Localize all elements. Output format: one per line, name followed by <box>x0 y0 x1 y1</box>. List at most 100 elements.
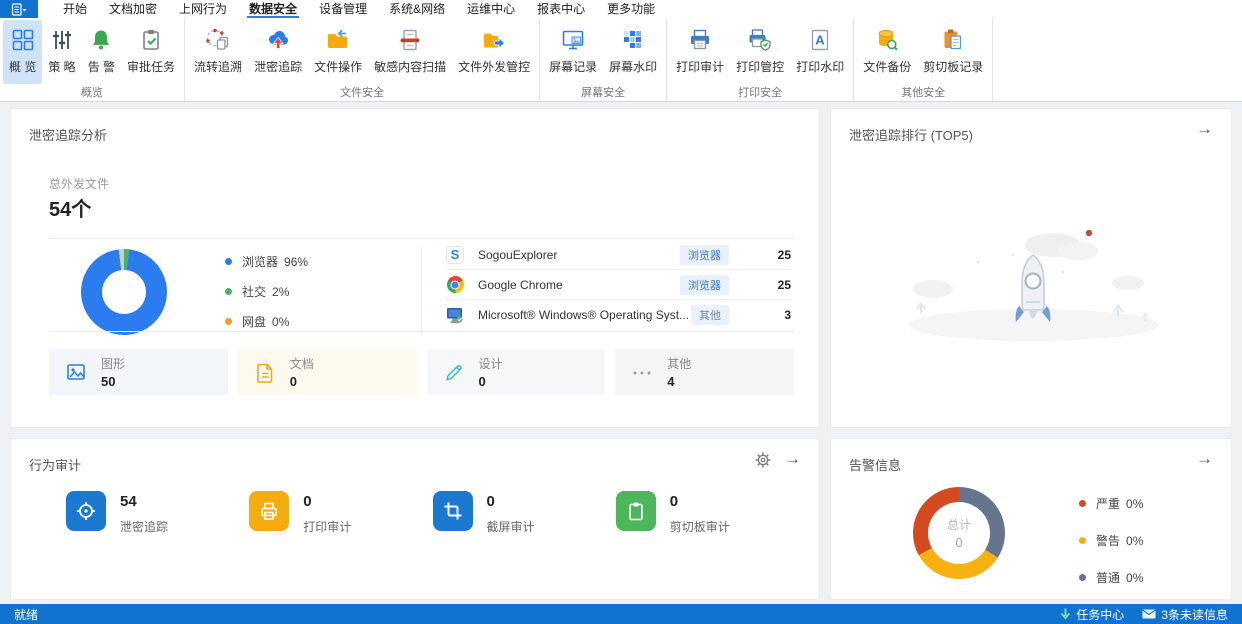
ribbon-button-print-control[interactable]: 打印管控 <box>730 20 790 84</box>
total-outgoing-label: 总外发文件 <box>49 177 110 191</box>
ribbon-spacer <box>993 18 1242 101</box>
menu-item-doc-encrypt[interactable]: 文档加密 <box>98 0 168 18</box>
ribbon-button-policy[interactable]: 策 略 <box>42 20 81 84</box>
ribbon-button-leak-trace[interactable]: 泄密追踪 <box>248 20 308 84</box>
ribbon-group-label: 屏幕安全 <box>581 87 626 99</box>
ribbon-button-label: 流转追溯 <box>194 60 243 74</box>
legend-label: 浏览器 <box>242 255 279 269</box>
screen-record-icon <box>560 24 586 56</box>
panel-title: 泄密追踪排行 (TOP5) <box>849 128 973 143</box>
menu-item-ops-center[interactable]: 运维中心 <box>456 0 526 18</box>
download-arrow-icon <box>1061 608 1071 620</box>
app-row-windows[interactable]: Microsoft® Windows® Operating Syst... 其他… <box>445 300 791 330</box>
policy-sliders-icon <box>49 24 75 56</box>
panel-alert-info: 告警信息 → 总计 0 严重 0% 警告 0% 普通 0% <box>830 438 1232 600</box>
donut-hole <box>102 270 146 314</box>
tile-value: 50 <box>101 374 116 389</box>
app-menu-button[interactable] <box>0 0 38 18</box>
app-row-sogou[interactable]: S SogouExplorer 浏览器 25 <box>445 240 791 270</box>
ribbon-button-overview[interactable]: 概 览 <box>3 20 43 84</box>
ribbon-button-flow-trace[interactable]: 流转追溯 <box>188 20 248 84</box>
legend-dot <box>225 318 232 325</box>
tile-documents[interactable]: 文档 0 <box>237 349 417 395</box>
stat-value: 54 <box>120 493 137 510</box>
ribbon-button-screen-record[interactable]: 屏幕记录 <box>543 20 603 84</box>
gear-icon[interactable] <box>755 452 771 473</box>
panel-leak-trace-rank: 泄密追踪排行 (TOP5) → <box>830 108 1232 428</box>
flow-trace-icon <box>205 24 231 56</box>
ribbon-button-sensitive-scan[interactable]: 敏感内容扫描 <box>368 20 452 84</box>
ribbon-button-label: 剪切板记录 <box>923 60 984 74</box>
app-row-chrome[interactable]: Google Chrome 浏览器 25 <box>445 270 791 300</box>
printer-icon <box>687 24 713 56</box>
arrow-right-icon[interactable]: → <box>1196 119 1213 139</box>
ribbon-button-file-ops[interactable]: 文件操作 <box>308 20 368 84</box>
menu-item-data-security[interactable]: 数据安全 <box>238 0 308 18</box>
menubar: 开始 文档加密 上网行为 数据安全 设备管理 系统&网络 运维中心 报表中心 更… <box>0 0 1242 18</box>
app-name: Google Chrome <box>478 277 563 292</box>
ribbon-button-label: 审批任务 <box>127 60 176 74</box>
ribbon-button-file-outgoing[interactable]: 文件外发管控 <box>452 20 536 84</box>
arrow-right-icon[interactable]: → <box>784 449 801 469</box>
ellipsis-icon <box>633 371 651 375</box>
task-center-button[interactable]: 任务中心 <box>1060 606 1124 623</box>
ribbon-button-print-watermark[interactable]: A 打印水印 <box>790 20 850 84</box>
menu-item-report-center[interactable]: 报表中心 <box>526 0 596 18</box>
tile-other[interactable]: 其他 4 <box>615 349 794 395</box>
content-area: 泄密追踪分析 总外发文件 54个 浏览器 96% 社交 2% 网盘 0% S S… <box>0 102 1242 604</box>
menu-item-device-mgmt[interactable]: 设备管理 <box>308 0 378 18</box>
db-search-icon <box>874 24 900 56</box>
legend-dot <box>225 258 232 265</box>
ribbon-button-label: 概 览 <box>9 60 37 74</box>
stat-leak-trace[interactable]: 54 泄密追踪 <box>66 491 249 535</box>
menu-item-system-network[interactable]: 系统&网络 <box>378 0 456 18</box>
menu-items: 开始 文档加密 上网行为 数据安全 设备管理 系统&网络 运维中心 报表中心 更… <box>52 0 666 18</box>
legend-pct: 0% <box>1126 533 1144 548</box>
stat-print-audit[interactable]: 0 打印审计 <box>249 491 432 535</box>
ribbon-button-label: 屏幕水印 <box>609 60 658 74</box>
svg-text:A: A <box>815 33 825 48</box>
audit-stats: 54 泄密追踪 0 打印审计 0 截屏审计 0 剪切板审计 <box>66 491 799 535</box>
ribbon-group-label: 概览 <box>81 87 104 99</box>
empty-state-illustration <box>908 229 1158 341</box>
ribbon-button-label: 打印水印 <box>796 60 845 74</box>
app-name: SogouExplorer <box>478 247 558 262</box>
watermark-a-icon: A <box>807 24 833 56</box>
ribbon-button-screen-watermark[interactable]: 屏幕水印 <box>603 20 663 84</box>
menu-item-more[interactable]: 更多功能 <box>596 0 666 18</box>
menu-item-web-behavior[interactable]: 上网行为 <box>168 0 238 18</box>
app-count: 25 <box>777 277 791 292</box>
legend-pct: 2% <box>272 284 290 299</box>
crop-icon <box>432 491 473 531</box>
tile-design[interactable]: 设计 0 <box>426 349 606 395</box>
arrow-right-icon[interactable]: → <box>1196 449 1213 469</box>
ribbon-button-alerts[interactable]: 告 警 <box>82 20 121 84</box>
stat-screen-audit[interactable]: 0 截屏审计 <box>432 491 616 535</box>
ribbon-button-file-backup[interactable]: 文件备份 <box>857 20 917 84</box>
ribbon-button-approval-tasks[interactable]: 审批任务 <box>121 20 181 84</box>
legend-item-netdisk: 网盘 0% <box>225 313 308 330</box>
legend-item-normal: 普通 0% <box>1079 569 1143 586</box>
ribbon-button-label: 告 警 <box>87 60 116 74</box>
approval-clipboard-icon <box>138 24 164 56</box>
menu-item-start[interactable]: 开始 <box>52 0 98 18</box>
app-name: Microsoft® Windows® Operating Syst... <box>478 308 690 322</box>
ribbon-button-clipboard-record[interactable]: 剪切板记录 <box>917 20 989 84</box>
trace-legend: 浏览器 96% 社交 2% 网盘 0% <box>225 253 308 330</box>
ribbon-button-print-audit[interactable]: 打印审计 <box>670 20 730 84</box>
pixel-watermark-icon <box>620 24 646 56</box>
ribbon-button-label: 泄密追踪 <box>254 60 303 74</box>
legend-item-critical: 严重 0% <box>1079 495 1143 512</box>
ribbon-group-label: 打印安全 <box>738 87 783 99</box>
legend-label: 社交 <box>242 285 267 299</box>
unread-messages-button[interactable]: 3条未读信息 <box>1142 606 1228 623</box>
donut-center-value: 0 <box>955 535 963 550</box>
stat-value: 0 <box>486 493 495 510</box>
ribbon-button-label: 敏感内容扫描 <box>374 60 447 74</box>
picture-icon <box>67 364 85 380</box>
legend-pct: 96% <box>284 254 309 269</box>
stat-clipboard-audit[interactable]: 0 剪切板审计 <box>615 491 799 535</box>
printer-shield-icon <box>747 24 773 56</box>
tile-graphics[interactable]: 图形 50 <box>49 349 228 395</box>
legend-pct: 0% <box>272 314 290 329</box>
